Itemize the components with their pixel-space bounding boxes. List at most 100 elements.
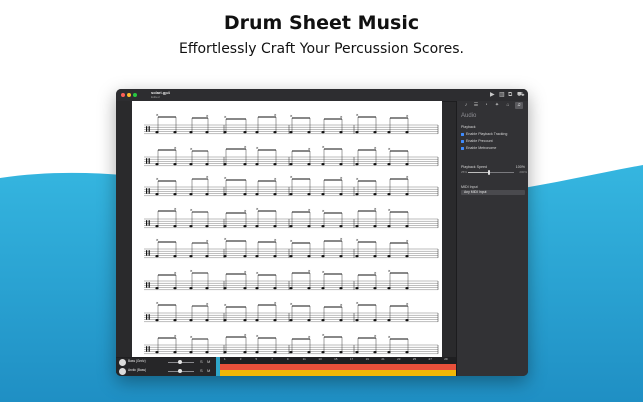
- cymbal-note: ×: [244, 209, 247, 213]
- cymbal-note: ×: [190, 269, 193, 273]
- midi-input-select[interactable]: Any MIDI Input: [461, 190, 525, 195]
- percussion-clef: [146, 220, 148, 226]
- hero-title: Drum Sheet Music: [223, 12, 420, 34]
- note-head: [355, 193, 359, 196]
- note-head: [373, 351, 377, 354]
- note-head: [355, 255, 359, 258]
- checkbox-checked-icon: [461, 146, 464, 150]
- cymbal-note: ×: [322, 333, 325, 337]
- cymbal-note: ×: [190, 335, 193, 339]
- note-head: [255, 193, 259, 196]
- bar-number: 17: [349, 357, 354, 361]
- note-head: [205, 287, 209, 290]
- slider-fill: [468, 172, 489, 173]
- note-head: [205, 193, 209, 196]
- bar-number: 13: [318, 357, 322, 361]
- cymbal-note: ×: [190, 147, 193, 151]
- slider-thumb[interactable]: [487, 170, 490, 175]
- note-head: [373, 163, 377, 166]
- cymbal-note: ×: [256, 334, 259, 338]
- playback-speed-value: 100%: [515, 165, 525, 169]
- note-head: [373, 255, 377, 258]
- note-head: [173, 163, 177, 166]
- note-head: [155, 351, 159, 354]
- note-head: [307, 351, 311, 354]
- precount-checkbox[interactable]: Enable Precount: [461, 139, 493, 143]
- cymbal-note: ×: [290, 114, 293, 118]
- cymbal-note: ×: [388, 335, 391, 339]
- mute-button[interactable]: M: [207, 359, 210, 364]
- note-head: [339, 319, 343, 322]
- note-head: [339, 193, 343, 196]
- cymbal-note: ×: [340, 237, 343, 241]
- playback-speed-label: Playback Speed: [461, 165, 487, 169]
- midi-icon[interactable]: ⌂: [504, 102, 512, 109]
- export-icon[interactable]: ⧉: [508, 92, 512, 98]
- track-volume-knob[interactable]: [178, 360, 182, 364]
- note-head: [243, 319, 247, 322]
- cymbal-note: ×: [274, 238, 277, 242]
- cart-icon[interactable]: ⛟: [517, 92, 525, 98]
- percussion-clef: [146, 158, 148, 164]
- cymbal-note: ×: [356, 238, 359, 242]
- note-head: [223, 287, 227, 290]
- cymbal-note: ×: [174, 271, 177, 275]
- playback-tracking-checkbox[interactable]: Enable Playback Tracking: [461, 132, 507, 136]
- cymbal-note: ×: [290, 302, 293, 306]
- note-head: [223, 351, 227, 354]
- tempo-icon[interactable]: ◔: [482, 102, 490, 109]
- playhead[interactable]: [216, 357, 220, 376]
- cymbal-note: ×: [374, 271, 377, 275]
- bar-number: 3: [239, 357, 242, 361]
- bar-number: 7: [271, 357, 273, 361]
- note-head: [307, 287, 311, 290]
- track-icon[interactable]: ☰: [472, 102, 480, 109]
- note-head: [255, 225, 259, 228]
- checkbox-checked-icon: [461, 132, 464, 136]
- play-icon[interactable]: ▶: [490, 92, 495, 98]
- cymbal-note: ×: [156, 113, 159, 117]
- track-row[interactable]: Bass (Gnrlz) S M: [116, 358, 216, 367]
- cymbal-note: ×: [322, 270, 325, 274]
- solo-button[interactable]: S: [200, 359, 203, 364]
- close-window-button[interactable]: [121, 93, 125, 97]
- note-head: [307, 319, 311, 322]
- mute-button[interactable]: M: [207, 368, 210, 373]
- note-head: [273, 163, 277, 166]
- sheet-music-canvas[interactable]: × × × × × × × × × × × × × × × × × × × × × × × × × × × × × × × × × × × × × × × ×…: [132, 101, 442, 357]
- note-head: [321, 131, 325, 134]
- cymbal-note: ×: [406, 302, 409, 306]
- playback-speed-slider[interactable]: [468, 170, 514, 175]
- note-icon[interactable]: ♪: [462, 102, 470, 109]
- audio-icon[interactable]: ♫: [515, 102, 523, 109]
- zoom-window-button[interactable]: [133, 93, 137, 97]
- track-lane-arctic[interactable]: [220, 370, 456, 376]
- note-head: [307, 255, 311, 258]
- percussion-clef: [146, 282, 148, 288]
- note-head: [255, 131, 259, 134]
- metronome-checkbox[interactable]: Enable Metronome: [461, 146, 496, 150]
- note-head: [321, 351, 325, 354]
- note-head: [405, 193, 409, 196]
- cymbal-note: ×: [244, 145, 247, 149]
- note-head: [155, 131, 159, 134]
- note-head: [321, 287, 325, 290]
- minimize-window-button[interactable]: [127, 93, 131, 97]
- track-volume-knob[interactable]: [178, 369, 182, 373]
- note-head: [289, 351, 293, 354]
- note-head: [405, 255, 409, 258]
- library-icon[interactable]: ▥: [499, 92, 505, 98]
- note-head: [155, 163, 159, 166]
- note-head: [373, 131, 377, 134]
- bar-ruler[interactable]: 1 3 5 7 9 11 13 15 17 19 21 23 25 27 29: [220, 357, 456, 362]
- score-gutter: [116, 101, 132, 357]
- score-staves: × × × × × × × × × × × × × × × × × × × × × × × × × × × × × × × × × × × × × × × ×…: [144, 113, 439, 354]
- cymbal-note: ×: [274, 301, 277, 305]
- track-row[interactable]: Arctic (Bass) S M: [116, 367, 216, 376]
- effects-icon[interactable]: ✦: [493, 102, 501, 109]
- solo-button[interactable]: S: [200, 368, 203, 373]
- cymbal-note: ×: [256, 146, 259, 150]
- cymbal-note: ×: [388, 269, 391, 273]
- app-window: solari.gp4 Edited ▶ ▥ ⧉ ⛟ × × × × × × × × × × × × × ×…: [116, 89, 528, 376]
- cymbal-note: ×: [156, 177, 159, 181]
